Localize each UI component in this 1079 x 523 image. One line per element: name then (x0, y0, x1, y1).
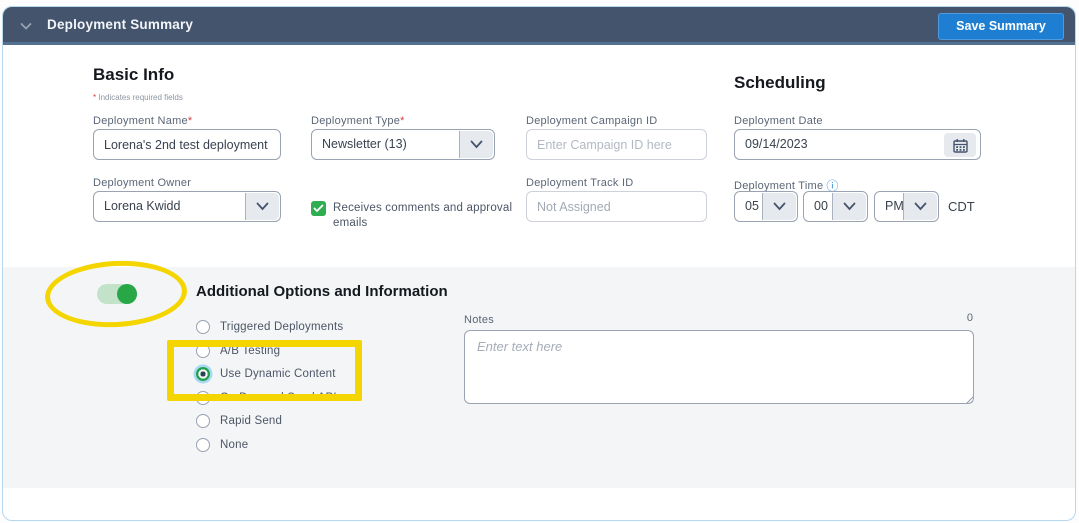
radio-icon (196, 367, 210, 381)
time-hour-select[interactable]: 05 (734, 191, 798, 222)
chevron-down-icon[interactable] (762, 193, 796, 220)
deployment-summary-card: Deployment Summary Save Summary Basic In… (2, 6, 1076, 521)
deployment-date-label: Deployment Date (734, 115, 823, 127)
radio-triggered-deployments[interactable]: Triggered Deployments (196, 320, 343, 334)
radio-none[interactable]: None (196, 438, 248, 452)
deployment-type-select[interactable]: Newsletter (13) (311, 129, 495, 160)
notes-textarea[interactable] (464, 330, 974, 404)
toggle-knob (117, 284, 137, 304)
time-minute-select[interactable]: 00 (803, 191, 868, 222)
deployment-name-label: Deployment Name* (93, 115, 192, 127)
deployment-name-input[interactable] (93, 129, 281, 160)
radio-on-demand-send-api[interactable]: On Demand Send API (196, 391, 337, 405)
time-meridiem-select[interactable]: PM (874, 191, 939, 222)
deployment-owner-select[interactable]: Lorena Kwidd (93, 191, 281, 222)
required-asterisk: * (93, 93, 96, 102)
calendar-icon[interactable] (944, 133, 976, 157)
deployment-track-id-input (526, 191, 707, 222)
radio-ab-testing[interactable]: A/B Testing (196, 344, 280, 358)
notes-label: Notes (464, 314, 494, 326)
chevron-down-icon[interactable] (459, 131, 493, 158)
chevron-down-icon[interactable] (832, 193, 866, 220)
notes-char-counter: 0 (883, 312, 973, 324)
panel-title: Deployment Summary (47, 17, 193, 32)
radio-icon (196, 438, 210, 452)
deployment-date-input[interactable]: 09/14/2023 (734, 129, 981, 160)
deployment-track-id-label: Deployment Track ID (526, 177, 633, 189)
deployment-campaign-id-label: Deployment Campaign ID (526, 115, 657, 127)
collapse-chevron-icon[interactable] (19, 19, 33, 33)
save-summary-button[interactable]: Save Summary (938, 13, 1064, 40)
scheduling-heading: Scheduling (734, 73, 826, 93)
additional-options-heading: Additional Options and Information (196, 283, 448, 300)
receives-comments-checkbox[interactable] (311, 201, 326, 216)
radio-icon (196, 320, 210, 334)
radio-icon (196, 414, 210, 428)
radio-icon (196, 344, 210, 358)
timezone-label: CDT (948, 199, 975, 214)
radio-rapid-send[interactable]: Rapid Send (196, 414, 282, 428)
radio-use-dynamic-content[interactable]: Use Dynamic Content (196, 367, 336, 381)
radio-icon (196, 391, 210, 405)
panel-header: Deployment Summary Save Summary (3, 7, 1075, 45)
deployment-owner-label: Deployment Owner (93, 177, 191, 189)
additional-options-toggle[interactable] (97, 284, 137, 304)
basic-info-heading: Basic Info (93, 65, 174, 85)
deployment-campaign-id-input[interactable] (526, 129, 707, 160)
chevron-down-icon[interactable] (903, 193, 937, 220)
receives-comments-label: Receives comments and approval emails (333, 201, 523, 231)
deployment-type-label: Deployment Type* (311, 115, 405, 127)
chevron-down-icon[interactable] (245, 193, 279, 220)
required-fields-note: * Indicates required fields (93, 93, 183, 102)
